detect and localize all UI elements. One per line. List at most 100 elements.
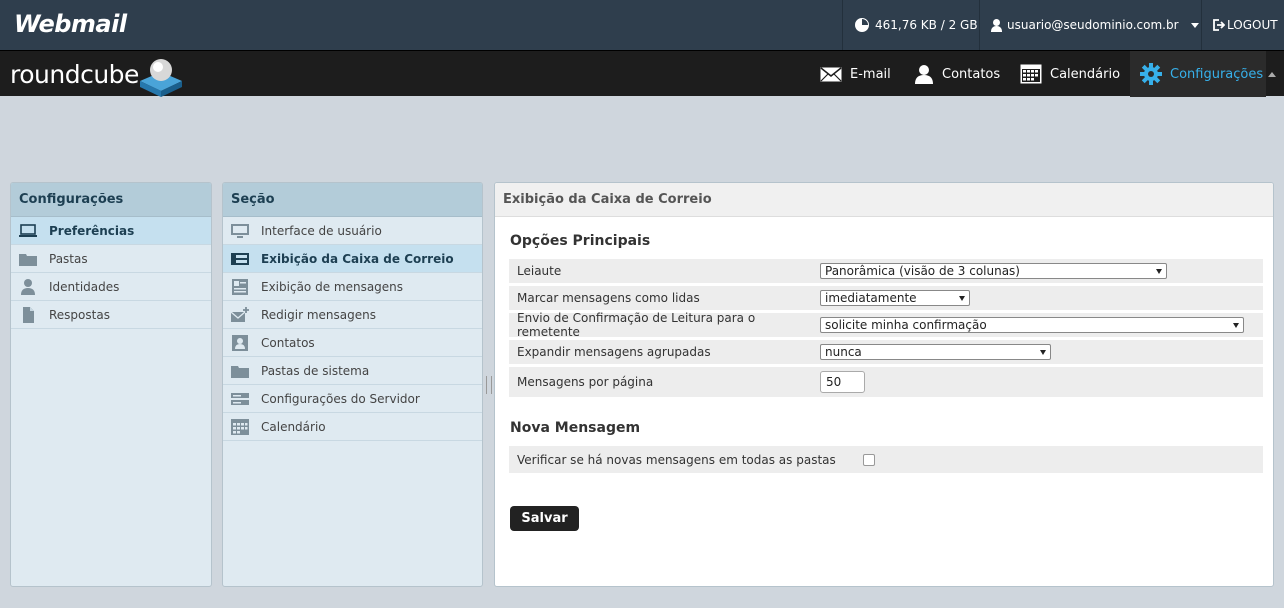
calendar-icon xyxy=(231,418,249,435)
person-icon xyxy=(21,278,35,295)
folder-icon xyxy=(231,365,249,378)
settings-item-label: Identidades xyxy=(49,279,120,294)
quota-indicator: 461,76 KB / 2 GB xyxy=(842,0,978,50)
server-icon xyxy=(231,392,249,405)
section-item-calendar[interactable]: Calendário xyxy=(223,413,482,441)
layout-select-value: Panorâmica (visão de 3 colunas) xyxy=(825,264,1020,278)
preferences-content: Exibição da Caixa de Correio Opções Prin… xyxy=(494,182,1274,587)
field-row-page-size: Mensagens por página 50 xyxy=(509,367,1263,397)
chevron-down-icon xyxy=(1156,268,1162,274)
settings-item-identities[interactable]: Identidades xyxy=(11,273,211,301)
field-row-read-receipt: Envio de Confirmação de Leitura para o r… xyxy=(509,311,1263,339)
field-label: Marcar mensagens como lidas xyxy=(517,291,700,305)
settings-item-responses[interactable]: Respostas xyxy=(11,301,211,329)
chevron-down-icon xyxy=(1040,349,1046,355)
nav-email[interactable]: E-mail xyxy=(820,51,891,97)
document-icon xyxy=(23,306,34,323)
section-item-label: Redigir mensagens xyxy=(261,307,376,322)
gear-icon xyxy=(1140,63,1162,85)
compose-icon xyxy=(231,306,249,322)
user-email: usuario@seudominio.com.br xyxy=(1007,18,1179,32)
chevron-down-icon xyxy=(1190,22,1199,28)
settings-sidebar: Configurações Preferências Pastas Identi… xyxy=(10,182,212,587)
field-row-check-all-folders: Verificar se há novas mensagens em todas… xyxy=(509,446,1263,473)
mailbox-layout-icon xyxy=(231,252,249,265)
contact-card-icon xyxy=(232,334,248,351)
mark-read-select-value: imediatamente xyxy=(825,291,917,305)
expand-threads-select-value: nunca xyxy=(825,345,862,359)
app-navbar: roundcube E-mail Contatos Calendário Con… xyxy=(0,50,1284,97)
main-options-heading: Opções Principais xyxy=(510,233,651,249)
section-item-label: Exibição de mensagens xyxy=(261,279,404,294)
settings-item-folders[interactable]: Pastas xyxy=(11,245,211,273)
nav-calendar[interactable]: Calendário xyxy=(1020,51,1120,97)
section-list: Seção Interface de usuário Exibição da C… xyxy=(222,182,483,587)
read-receipt-select-value: solicite minha confirmação xyxy=(825,318,987,332)
section-item-mailbox-view[interactable]: Exibição da Caixa de Correio xyxy=(223,245,482,273)
new-message-heading: Nova Mensagem xyxy=(510,420,641,436)
folder-icon xyxy=(19,253,37,266)
read-receipt-select[interactable]: solicite minha confirmação xyxy=(820,317,1244,333)
roundcube-logo: roundcube xyxy=(10,60,139,89)
nav-settings[interactable]: Configurações xyxy=(1130,51,1266,97)
calendar-icon xyxy=(1020,64,1042,84)
settings-sidebar-title: Configurações xyxy=(11,183,211,217)
nav-settings-label: Configurações xyxy=(1170,66,1264,82)
section-item-server-settings[interactable]: Configurações do Servidor xyxy=(223,385,482,413)
section-item-contacts[interactable]: Contatos xyxy=(223,329,482,357)
section-item-label: Configurações do Servidor xyxy=(261,391,420,406)
user-icon xyxy=(991,18,1002,32)
field-row-mark-read: Marcar mensagens como lidas imediatament… xyxy=(509,286,1263,310)
nav-email-label: E-mail xyxy=(850,66,891,82)
chevron-down-icon xyxy=(959,295,965,301)
section-list-title: Seção xyxy=(223,183,482,217)
envelope-icon xyxy=(820,66,842,81)
section-item-label: Contatos xyxy=(261,335,315,350)
expand-threads-select[interactable]: nunca xyxy=(820,344,1051,360)
webmail-topbar: Webmail 461,76 KB / 2 GB usuario@seudomi… xyxy=(0,0,1284,50)
save-button[interactable]: Salvar xyxy=(510,506,579,531)
quota-text: 461,76 KB / 2 GB xyxy=(875,18,978,32)
nav-calendar-label: Calendário xyxy=(1050,66,1121,82)
layout-select[interactable]: Panorâmica (visão de 3 colunas) xyxy=(820,263,1167,279)
settings-item-label: Pastas xyxy=(49,251,88,266)
logout-label: LOGOUT xyxy=(1227,18,1278,32)
section-item-label: Interface de usuário xyxy=(261,223,382,238)
field-label: Leiaute xyxy=(517,264,562,278)
section-item-message-view[interactable]: Exibição de mensagens xyxy=(223,273,482,301)
collapse-header-icon[interactable] xyxy=(1268,72,1276,77)
settings-item-preferences[interactable]: Preferências xyxy=(11,217,211,245)
content-title: Exibição da Caixa de Correio xyxy=(495,183,1273,217)
settings-item-label: Respostas xyxy=(49,307,110,322)
chevron-down-icon xyxy=(1233,322,1239,328)
field-row-expand-threads: Expandir mensagens agrupadas nunca xyxy=(509,340,1263,364)
nav-contacts-label: Contatos xyxy=(942,66,1001,82)
field-label: Verificar se há novas mensagens em todas… xyxy=(517,452,836,467)
webmail-brand: Webmail xyxy=(14,10,127,38)
section-item-user-interface[interactable]: Interface de usuário xyxy=(223,217,482,245)
message-view-icon xyxy=(232,278,248,295)
person-icon xyxy=(915,65,933,84)
monitor-icon xyxy=(231,223,249,238)
check-all-folders-checkbox[interactable] xyxy=(862,453,875,466)
user-menu[interactable]: usuario@seudominio.com.br xyxy=(979,0,1201,50)
section-item-system-folders[interactable]: Pastas de sistema xyxy=(223,357,482,385)
laptop-icon xyxy=(19,223,37,237)
settings-item-label: Preferências xyxy=(49,223,135,238)
logout-button[interactable]: LOGOUT xyxy=(1201,0,1284,50)
mark-read-select[interactable]: imediatamente xyxy=(820,290,970,306)
panel-splitter[interactable] xyxy=(486,376,492,394)
roundcube-cube-icon xyxy=(140,59,182,97)
page-size-input[interactable]: 50 xyxy=(820,371,865,393)
field-row-layout: Leiaute Panorâmica (visão de 3 colunas) xyxy=(509,259,1263,283)
field-label: Mensagens por página xyxy=(517,375,654,389)
section-item-label: Pastas de sistema xyxy=(261,363,370,378)
section-item-compose[interactable]: Redigir mensagens xyxy=(223,301,482,329)
pie-chart-icon xyxy=(855,18,869,32)
field-label: Envio de Confirmação de Leitura para o r… xyxy=(517,311,756,339)
nav-contacts[interactable]: Contatos xyxy=(914,51,1000,97)
logout-icon xyxy=(1213,19,1225,31)
section-item-label: Calendário xyxy=(261,419,326,434)
section-item-label: Exibição da Caixa de Correio xyxy=(261,251,454,266)
field-label: Expandir mensagens agrupadas xyxy=(517,345,711,359)
